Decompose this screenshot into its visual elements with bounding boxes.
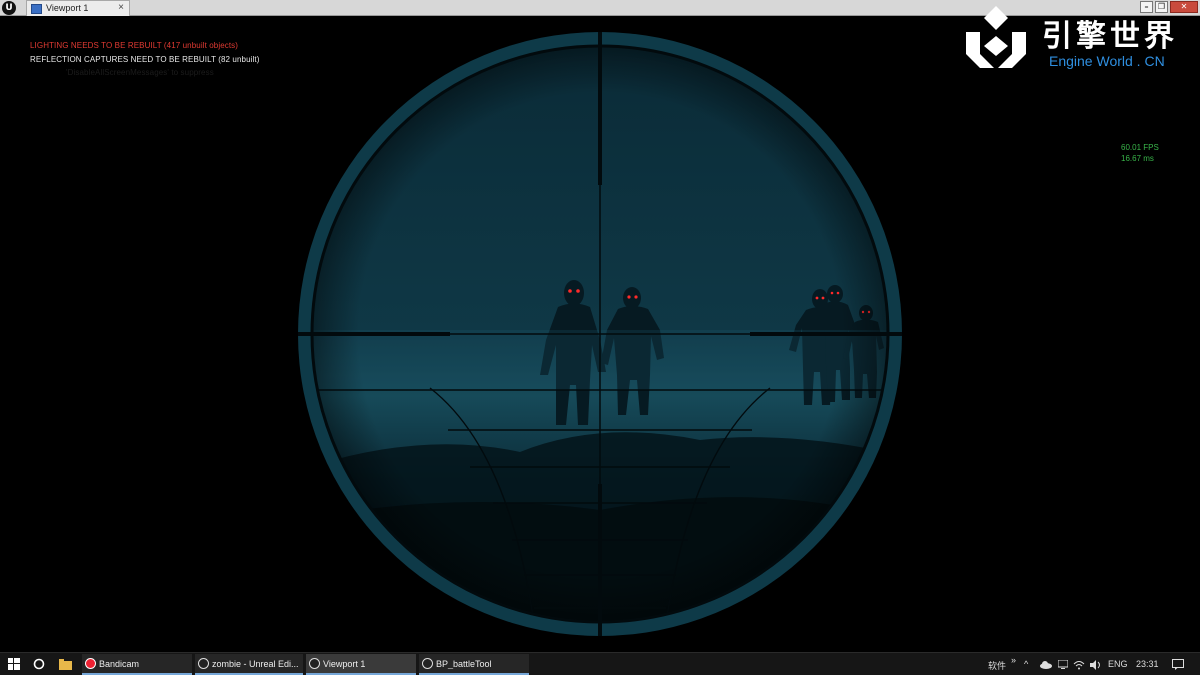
- sniper-scope-view: [298, 32, 902, 636]
- fps-counter: 60.01 FPS: [1121, 143, 1159, 152]
- engine-world-watermark: 引擎世界 Engine World . CN: [958, 0, 1200, 76]
- volume-icon[interactable]: [1090, 660, 1102, 670]
- unreal-icon: [422, 658, 433, 669]
- folder-icon: [59, 659, 72, 670]
- language-indicator[interactable]: ENG: [1108, 659, 1128, 669]
- start-button[interactable]: [0, 654, 28, 675]
- display-icon[interactable]: [1058, 660, 1068, 670]
- ime-indicator[interactable]: 软件: [988, 659, 1006, 672]
- tab-close-icon[interactable]: ×: [118, 2, 124, 13]
- frame-time: 16.67 ms: [1121, 154, 1154, 163]
- taskbar-app-label: zombie - Unreal Edi...: [212, 659, 299, 669]
- reflection-warning: REFLECTION CAPTURES NEED TO BE REBUILT (…: [30, 55, 260, 64]
- file-explorer-button[interactable]: [54, 654, 76, 675]
- tray-chevron-icon[interactable]: »: [1011, 655, 1016, 665]
- engine-world-logo-icon: [966, 6, 1026, 68]
- unreal-logo-icon: U: [2, 1, 16, 15]
- windows-logo-icon: [8, 658, 20, 670]
- cortana-circle-icon: [33, 658, 45, 670]
- watermark-english: Engine World . CN: [1049, 53, 1165, 69]
- cortana-button[interactable]: [28, 654, 50, 675]
- taskbar-app-label: BP_battleTool: [436, 659, 492, 669]
- taskbar-app-bp-battletool[interactable]: BP_battleTool: [419, 654, 529, 675]
- watermark-chinese: 引擎世界: [1042, 19, 1178, 54]
- suppress-hint: 'DisableAllScreenMessages' to suppress: [66, 68, 214, 77]
- taskbar-app-zombie-editor[interactable]: zombie - Unreal Edi...: [195, 654, 303, 675]
- taskbar-app-viewport-1[interactable]: Viewport 1: [306, 654, 416, 675]
- viewport-icon: [31, 4, 42, 14]
- windows-taskbar: Bandicam zombie - Unreal Edi... Viewport…: [0, 652, 1200, 675]
- bandicam-record-icon: [85, 658, 96, 669]
- taskbar-app-label: Viewport 1: [323, 659, 366, 669]
- tab-label: Viewport 1: [46, 3, 89, 13]
- taskbar-app-bandicam[interactable]: Bandicam: [82, 654, 192, 675]
- wifi-icon[interactable]: [1073, 660, 1085, 670]
- clock[interactable]: 23:31: [1136, 659, 1159, 669]
- lighting-warning: LIGHTING NEEDS TO BE REBUILT (417 unbuil…: [30, 41, 239, 50]
- unreal-icon: [309, 658, 320, 669]
- game-viewport[interactable]: LIGHTING NEEDS TO BE REBUILT (417 unbuil…: [0, 16, 1200, 652]
- taskbar-app-label: Bandicam: [99, 659, 140, 669]
- onedrive-cloud-icon[interactable]: [1040, 661, 1052, 669]
- unreal-icon: [198, 658, 209, 669]
- notifications-icon[interactable]: [1172, 659, 1184, 670]
- show-hidden-icons-caret-icon[interactable]: ^: [1024, 659, 1028, 669]
- tab-viewport-1[interactable]: Viewport 1 ×: [26, 0, 130, 16]
